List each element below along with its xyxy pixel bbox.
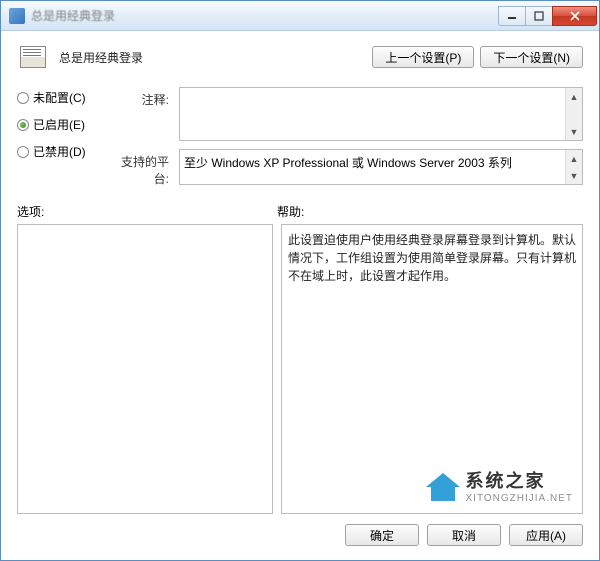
policy-title: 总是用经典登录	[59, 49, 143, 66]
radio-not-configured-label: 未配置(C)	[33, 89, 86, 106]
lower-labels: 选项: 帮助:	[17, 203, 583, 220]
radio-enabled-indicator	[17, 119, 29, 131]
panes: 此设置迫使用户使用经典登录屏幕登录到计算机。默认情况下，工作组设置为使用简单登录…	[17, 224, 583, 514]
next-setting-button[interactable]: 下一个设置(N)	[480, 46, 583, 68]
options-pane	[17, 224, 273, 514]
radio-not-configured-indicator	[17, 92, 29, 104]
minimize-icon	[507, 11, 517, 21]
radio-group: 未配置(C) 已启用(E) 已禁用(D)	[17, 87, 109, 160]
fields-column: 注释: ▲ ▼ 支持的平台: 至少 Windows XP Professiona…	[109, 87, 583, 187]
minimize-button[interactable]	[498, 6, 526, 26]
platform-box: 至少 Windows XP Professional 或 Windows Ser…	[179, 149, 583, 185]
platform-row: 支持的平台: 至少 Windows XP Professional 或 Wind…	[109, 149, 583, 187]
close-icon	[570, 11, 580, 21]
scroll-down-icon: ▼	[566, 167, 582, 184]
previous-setting-button[interactable]: 上一个设置(P)	[372, 46, 474, 68]
apply-button[interactable]: 应用(A)	[509, 524, 583, 546]
platform-scrollbar[interactable]: ▲ ▼	[565, 150, 582, 184]
comment-label: 注释:	[109, 87, 169, 108]
dialog-window: 总是用经典登录 总是用经典登录 上一个设置(P) 下一个设置(N)	[0, 0, 600, 561]
comment-scrollbar[interactable]: ▲ ▼	[565, 88, 582, 140]
maximize-icon	[534, 11, 544, 21]
config-row: 未配置(C) 已启用(E) 已禁用(D) 注释: ▲	[17, 87, 583, 187]
comment-row: 注释: ▲ ▼	[109, 87, 583, 141]
ok-button[interactable]: 确定	[345, 524, 419, 546]
radio-disabled[interactable]: 已禁用(D)	[17, 143, 109, 160]
footer: 确定 取消 应用(A)	[17, 514, 583, 550]
radio-enabled-label: 已启用(E)	[33, 116, 85, 133]
options-label: 选项:	[17, 203, 277, 220]
scroll-up-icon: ▲	[566, 150, 582, 167]
comment-input[interactable]	[180, 88, 565, 140]
radio-disabled-label: 已禁用(D)	[33, 143, 86, 160]
maximize-button[interactable]	[525, 6, 553, 26]
platform-label: 支持的平台:	[109, 149, 169, 187]
nav-buttons: 上一个设置(P) 下一个设置(N)	[372, 46, 583, 68]
cancel-button[interactable]: 取消	[427, 524, 501, 546]
window-controls	[499, 6, 597, 26]
close-button[interactable]	[552, 6, 597, 26]
policy-icon	[17, 41, 49, 73]
scroll-down-icon: ▼	[566, 123, 582, 140]
radio-not-configured[interactable]: 未配置(C)	[17, 89, 109, 106]
titlebar[interactable]: 总是用经典登录	[1, 1, 599, 31]
comment-input-wrap: ▲ ▼	[179, 87, 583, 141]
titlebar-title: 总是用经典登录	[31, 7, 499, 24]
help-pane: 此设置迫使用户使用经典登录屏幕登录到计算机。默认情况下，工作组设置为使用简单登录…	[281, 224, 583, 514]
content-area: 总是用经典登录 上一个设置(P) 下一个设置(N) 未配置(C) 已启用(E) …	[1, 31, 599, 560]
radio-disabled-indicator	[17, 146, 29, 158]
platform-value: 至少 Windows XP Professional 或 Windows Ser…	[180, 150, 565, 176]
help-label: 帮助:	[277, 203, 304, 220]
scroll-up-icon: ▲	[566, 88, 582, 105]
titlebar-icon	[9, 8, 25, 24]
radio-enabled[interactable]: 已启用(E)	[17, 116, 109, 133]
header-row: 总是用经典登录 上一个设置(P) 下一个设置(N)	[17, 41, 583, 73]
